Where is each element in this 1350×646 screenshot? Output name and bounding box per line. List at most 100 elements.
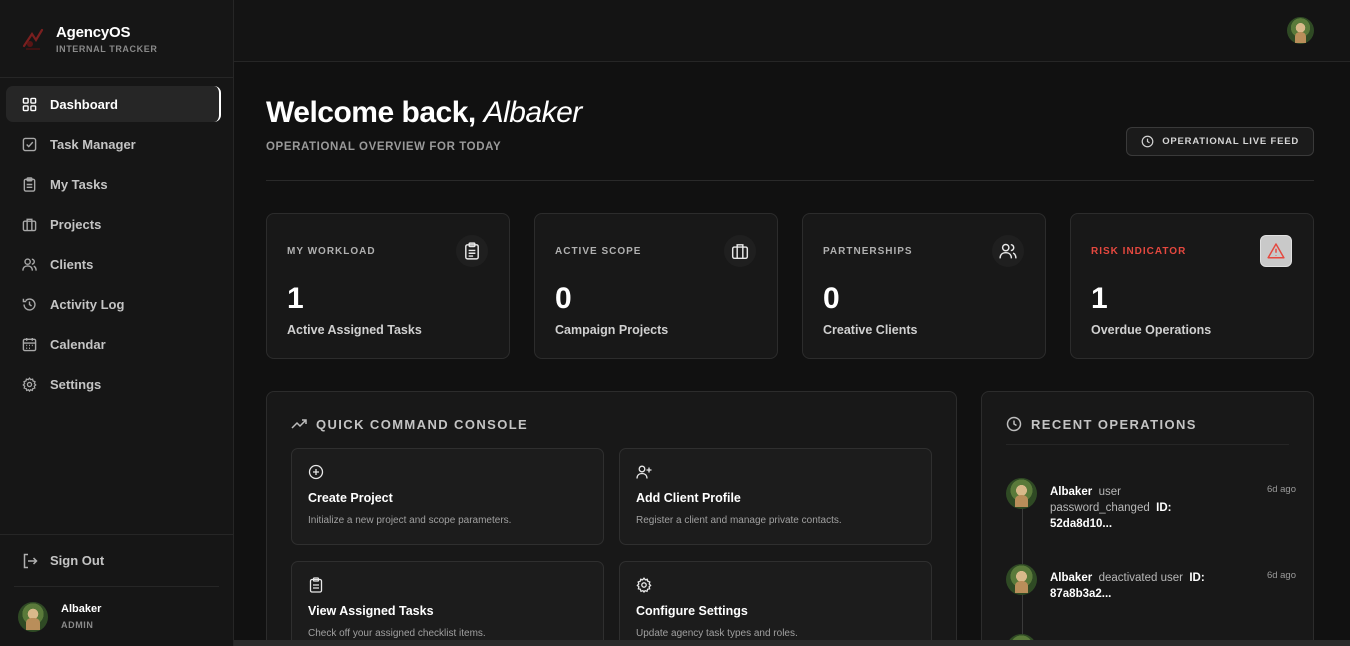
- brand-subtitle: INTERNAL TRACKER: [56, 43, 158, 54]
- clipboard-icon: [309, 577, 323, 593]
- action-title: Configure Settings: [636, 604, 748, 618]
- user-role: ADMIN: [61, 620, 94, 630]
- sidebar-nav: Dashboard Task Manager My Tasks Projects: [6, 86, 221, 406]
- welcome-user-name: Albaker: [483, 96, 583, 129]
- action-title: Create Project: [308, 491, 393, 505]
- clipboard-icon: [465, 242, 479, 260]
- history-icon: [22, 297, 36, 311]
- stat-title: RISK INDICATOR: [1091, 246, 1187, 257]
- sidebar-item-projects[interactable]: Projects: [6, 206, 221, 242]
- logout-icon: [23, 553, 38, 568]
- header-divider: [266, 180, 1314, 181]
- action-description: Register a client and manage private con…: [636, 515, 842, 526]
- users-icon: [999, 243, 1017, 259]
- stat-caption: Overdue Operations: [1091, 323, 1212, 337]
- stat-icon-box: [1260, 235, 1292, 267]
- sidebar-item-settings[interactable]: Settings: [6, 366, 221, 402]
- user-plus-icon: [636, 465, 652, 479]
- stat-card-partnerships[interactable]: PARTNERSHIPS 0 Creative Clients: [802, 213, 1046, 359]
- console-header: QUICK COMMAND CONSOLE: [291, 416, 528, 432]
- clock-icon: [1006, 416, 1022, 432]
- recent-title: RECENT OPERATIONS: [1031, 416, 1197, 432]
- operation-id: 87a8b3a2...: [1050, 588, 1112, 600]
- view-assigned-tasks-button[interactable]: View Assigned Tasks Check off your assig…: [291, 561, 604, 646]
- action-description: Initialize a new project and scope param…: [308, 515, 512, 526]
- operation-action: user: [1098, 486, 1121, 498]
- sign-out-button[interactable]: Sign Out: [0, 535, 233, 586]
- stat-icon-box: [992, 235, 1024, 267]
- operation-time: 6d ago: [1266, 570, 1296, 581]
- stat-card-active-scope[interactable]: ACTIVE SCOPE 0 Campaign Projects: [534, 213, 778, 359]
- sidebar-item-label: Projects: [50, 216, 102, 232]
- operation-id: 52da8d10...: [1050, 518, 1113, 530]
- sidebar-item-clients[interactable]: Clients: [6, 246, 221, 282]
- avatar: [18, 601, 48, 632]
- stat-caption: Creative Clients: [823, 323, 918, 337]
- gear-icon: [636, 577, 652, 593]
- operation-id-label: ID:: [1156, 502, 1172, 514]
- clipboard-icon: [23, 176, 36, 192]
- warning-icon: [1267, 243, 1285, 259]
- sidebar: AgencyOS INTERNAL TRACKER Dashboard Task…: [0, 0, 234, 646]
- briefcase-icon: [22, 218, 37, 231]
- add-client-profile-button[interactable]: Add Client Profile Register a client and…: [619, 448, 932, 545]
- operation-text: Albaker deactivated user ID: 87a8b3a2...: [1050, 570, 1250, 602]
- agency-logo-icon: [22, 28, 44, 50]
- grid-icon: [22, 97, 37, 111]
- avatar: [1006, 564, 1037, 595]
- live-feed-button[interactable]: OPERATIONAL LIVE FEED: [1126, 127, 1314, 156]
- sidebar-item-my-tasks[interactable]: My Tasks: [6, 166, 221, 202]
- profile-avatar[interactable]: [1287, 17, 1314, 44]
- sidebar-item-calendar[interactable]: Calendar: [6, 326, 221, 362]
- recent-header: RECENT OPERATIONS: [1006, 416, 1197, 432]
- sidebar-item-activity-log[interactable]: Activity Log: [6, 286, 221, 322]
- sidebar-item-label: Calendar: [50, 336, 106, 352]
- gear-icon: [22, 376, 37, 392]
- sign-out-label: Sign Out: [50, 553, 105, 568]
- stat-value: 1: [287, 282, 304, 315]
- operation-text: Albaker user password_changed ID: 52da8d…: [1050, 484, 1250, 532]
- stat-caption: Active Assigned Tasks: [287, 323, 422, 337]
- sidebar-item-label: Clients: [50, 256, 94, 272]
- create-project-button[interactable]: Create Project Initialize a new project …: [291, 448, 604, 545]
- page-title: Welcome back, Albaker: [266, 96, 582, 130]
- recent-operations-panel: RECENT OPERATIONS Albaker user password_…: [981, 391, 1314, 646]
- operation-time: 6d ago: [1266, 484, 1296, 495]
- brand: AgencyOS INTERNAL TRACKER: [0, 0, 233, 78]
- stat-title: ACTIVE SCOPE: [555, 246, 642, 257]
- sidebar-item-label: Activity Log: [50, 296, 125, 312]
- operation-user: Albaker: [1050, 572, 1093, 584]
- stat-value: 1: [1091, 282, 1108, 315]
- sidebar-item-label: Dashboard: [50, 96, 118, 112]
- sidebar-item-label: Settings: [50, 376, 102, 392]
- plus-circle-icon: [308, 464, 324, 480]
- user-name: Albaker: [61, 603, 102, 615]
- stat-caption: Campaign Projects: [555, 323, 669, 337]
- stat-title: PARTNERSHIPS: [823, 246, 913, 257]
- current-user[interactable]: Albaker ADMIN: [14, 586, 219, 646]
- sidebar-item-label: My Tasks: [50, 176, 108, 192]
- horizontal-scrollbar[interactable]: [234, 640, 1350, 646]
- console-title: QUICK COMMAND CONSOLE: [316, 416, 529, 432]
- calendar-icon: [22, 337, 37, 351]
- clock-icon: [1141, 135, 1154, 148]
- stat-card-risk-indicator[interactable]: RISK INDICATOR 1 Overdue Operations: [1070, 213, 1314, 359]
- sidebar-item-dashboard[interactable]: Dashboard: [6, 86, 221, 122]
- top-bar: [234, 0, 1350, 62]
- stat-value: 0: [823, 282, 840, 315]
- action-description: Check off your assigned checklist items.: [308, 628, 486, 639]
- stat-icon-box: [724, 235, 756, 267]
- sidebar-item-task-manager[interactable]: Task Manager: [6, 126, 221, 162]
- avatar: [1006, 478, 1037, 509]
- configure-settings-button[interactable]: Configure Settings Update agency task ty…: [619, 561, 932, 646]
- recent-divider: [1006, 444, 1289, 445]
- action-title: Add Client Profile: [636, 491, 741, 505]
- sidebar-item-label: Task Manager: [50, 136, 136, 152]
- stat-card-workload[interactable]: MY WORKLOAD 1 Active Assigned Tasks: [266, 213, 510, 359]
- briefcase-icon: [731, 244, 749, 260]
- sidebar-footer: Sign Out Albaker ADMIN: [0, 534, 233, 646]
- brand-title: AgencyOS: [56, 23, 131, 41]
- action-title: View Assigned Tasks: [308, 604, 434, 618]
- operation-user: Albaker: [1050, 486, 1093, 498]
- checkbox-icon: [22, 137, 37, 151]
